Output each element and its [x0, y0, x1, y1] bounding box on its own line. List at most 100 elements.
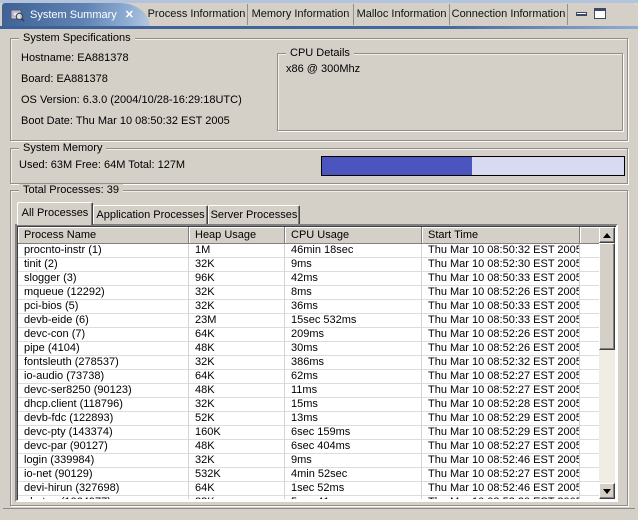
- column-header-heap-usage[interactable]: Heap Usage: [189, 227, 285, 244]
- table-cell: 64K: [189, 370, 285, 384]
- table-row[interactable]: slogger (3)96K42msThu Mar 10 08:50:33 ES…: [18, 272, 599, 286]
- table-row[interactable]: io-net (90129)532K4min 52secThu Mar 10 0…: [18, 468, 599, 482]
- tab-memory-information[interactable]: Memory Information: [247, 4, 353, 25]
- scroll-up-button[interactable]: [599, 227, 615, 243]
- tab-system-summary[interactable]: System Summary ✕: [2, 3, 150, 27]
- tab-all-processes[interactable]: All Processes: [17, 202, 93, 225]
- table-row[interactable]: devi-hirun (327698)64K1sec 52msThu Mar 1…: [18, 482, 599, 496]
- column-header-start-time[interactable]: Start Time: [422, 227, 580, 244]
- table-row[interactable]: pipe (4104)48K30msThu Mar 10 08:52:26 ES…: [18, 342, 599, 356]
- memory-usage-text: Used: 63M Free: 64M Total: 127M: [19, 159, 185, 171]
- table-cell: 15sec 532ms: [285, 314, 422, 328]
- tab-process-information[interactable]: Process Information: [146, 4, 247, 25]
- process-table-body: procnto-instr (1)1M46min 18secThu Mar 10…: [18, 244, 599, 499]
- table-cell: Thu Mar 10 08:52:29 EST 2005: [422, 426, 580, 440]
- tab-server-processes[interactable]: Server Processes: [208, 205, 300, 225]
- group-title: System Memory: [19, 142, 106, 154]
- table-cell: devc-pty (143374): [18, 426, 189, 440]
- table-cell: 1sec 52ms: [285, 482, 422, 496]
- table-cell-filler: [580, 356, 599, 370]
- table-cell: mqueue (12292): [18, 286, 189, 300]
- table-row[interactable]: procnto-instr (1)1M46min 18secThu Mar 10…: [18, 244, 599, 258]
- memory-bar: [321, 156, 625, 176]
- arrow-down-icon: [603, 489, 611, 494]
- boot-date-text: Boot Date: Thu Mar 10 08:50:32 EST 2005: [21, 115, 230, 127]
- table-cell-filler: [580, 286, 599, 300]
- column-header-process-name[interactable]: Process Name: [18, 227, 189, 244]
- table-cell: 48K: [189, 440, 285, 454]
- table-row[interactable]: devc-par (90127)48K6sec 404msThu Mar 10 …: [18, 440, 599, 454]
- table-cell-filler: [580, 370, 599, 384]
- table-cell: Thu Mar 10 08:50:33 EST 2005: [422, 300, 580, 314]
- table-cell: Thu Mar 10 08:52:30 EST 2005: [422, 496, 580, 499]
- maximize-button[interactable]: [594, 8, 608, 20]
- table-cell: 9ms: [285, 258, 422, 272]
- table-cell: Thu Mar 10 08:52:26 EST 2005: [422, 342, 580, 356]
- table-cell: 52K: [189, 412, 285, 426]
- system-memory-group: System Memory Used: 63M Free: 64M Total:…: [10, 148, 628, 184]
- table-cell-filler: [580, 440, 599, 454]
- table-cell: pipe (4104): [18, 342, 189, 356]
- process-table: Process Name Heap Usage CPU Usage Start …: [15, 224, 618, 502]
- minimize-button[interactable]: [575, 8, 589, 20]
- table-row[interactable]: io-audio (73738)64K62msThu Mar 10 08:52:…: [18, 370, 599, 384]
- table-row[interactable]: tinit (2)32K9msThu Mar 10 08:52:30 EST 2…: [18, 258, 599, 272]
- tab-connection-information[interactable]: Connection Information: [449, 4, 567, 25]
- memory-bar-fill: [322, 157, 472, 175]
- active-tab-underline: [0, 26, 638, 29]
- table-cell: 96K: [189, 272, 285, 286]
- table-row[interactable]: pci-bios (5)32K36msThu Mar 10 08:50:33 E…: [18, 300, 599, 314]
- table-row[interactable]: devb-fdc (122893)52K13msThu Mar 10 08:52…: [18, 412, 599, 426]
- table-cell: 8ms: [285, 286, 422, 300]
- table-cell-filler: [580, 468, 599, 482]
- table-cell-filler: [580, 496, 599, 499]
- table-row[interactable]: devc-pty (143374)160K6sec 159msThu Mar 1…: [18, 426, 599, 440]
- table-cell: 64K: [189, 482, 285, 496]
- table-cell: 62ms: [285, 370, 422, 384]
- table-row[interactable]: fontsleuth (278537)32K386msThu Mar 10 08…: [18, 356, 599, 370]
- table-cell: 64K: [189, 328, 285, 342]
- table-cell: 532K: [189, 468, 285, 482]
- table-cell: 13ms: [285, 412, 422, 426]
- table-cell: 36ms: [285, 300, 422, 314]
- tab-malloc-information[interactable]: Malloc Information: [353, 4, 449, 25]
- table-cell-filler: [580, 412, 599, 426]
- table-cell: Thu Mar 10 08:52:27 EST 2005: [422, 370, 580, 384]
- table-cell: 46min 18sec: [285, 244, 422, 258]
- table-cell-filler: [580, 426, 599, 440]
- table-cell: io-net (90129): [18, 468, 189, 482]
- active-tab-label: System Summary: [30, 9, 117, 21]
- scroll-down-button[interactable]: [599, 483, 615, 499]
- vertical-scrollbar[interactable]: [599, 227, 615, 499]
- view-tab-bar: System Summary ✕ Process Information Mem…: [0, 0, 638, 26]
- tab-application-processes[interactable]: Application Processes: [93, 205, 208, 225]
- table-cell: 32K: [189, 300, 285, 314]
- table-cell: 88K: [189, 496, 285, 499]
- table-cell: Thu Mar 10 08:52:46 EST 2005: [422, 454, 580, 468]
- close-icon[interactable]: ✕: [125, 10, 134, 20]
- table-cell: 32K: [189, 454, 285, 468]
- table-row[interactable]: login (339984)32K9msThu Mar 10 08:52:46 …: [18, 454, 599, 468]
- column-header-cpu-usage[interactable]: CPU Usage: [285, 227, 422, 244]
- table-cell: 42ms: [285, 272, 422, 286]
- table-cell: 48K: [189, 384, 285, 398]
- table-row[interactable]: devc-ser8250 (90123)48K11msThu Mar 10 08…: [18, 384, 599, 398]
- table-cell: 32K: [189, 258, 285, 272]
- table-row[interactable]: photon (1064977)88K5sec 41msThu Mar 10 0…: [18, 496, 599, 499]
- table-row[interactable]: devb-eide (6)23M15sec 532msThu Mar 10 08…: [18, 314, 599, 328]
- table-cell: 209ms: [285, 328, 422, 342]
- maximize-icon: [594, 8, 606, 19]
- table-cell: 32K: [189, 398, 285, 412]
- table-row[interactable]: devc-con (7)64K209msThu Mar 10 08:52:26 …: [18, 328, 599, 342]
- table-cell: dhcp.client (118796): [18, 398, 189, 412]
- table-row[interactable]: mqueue (12292)32K8msThu Mar 10 08:52:26 …: [18, 286, 599, 300]
- table-cell-filler: [580, 314, 599, 328]
- table-row[interactable]: dhcp.client (118796)32K15msThu Mar 10 08…: [18, 398, 599, 412]
- table-cell: devc-par (90127): [18, 440, 189, 454]
- scrollbar-thumb[interactable]: [599, 243, 615, 350]
- arrow-up-icon: [603, 233, 611, 238]
- os-version-text: OS Version: 6.3.0 (2004/10/28-16:29:18UT…: [21, 94, 242, 106]
- table-cell-filler: [580, 258, 599, 272]
- table-cell: 23M: [189, 314, 285, 328]
- table-cell: procnto-instr (1): [18, 244, 189, 258]
